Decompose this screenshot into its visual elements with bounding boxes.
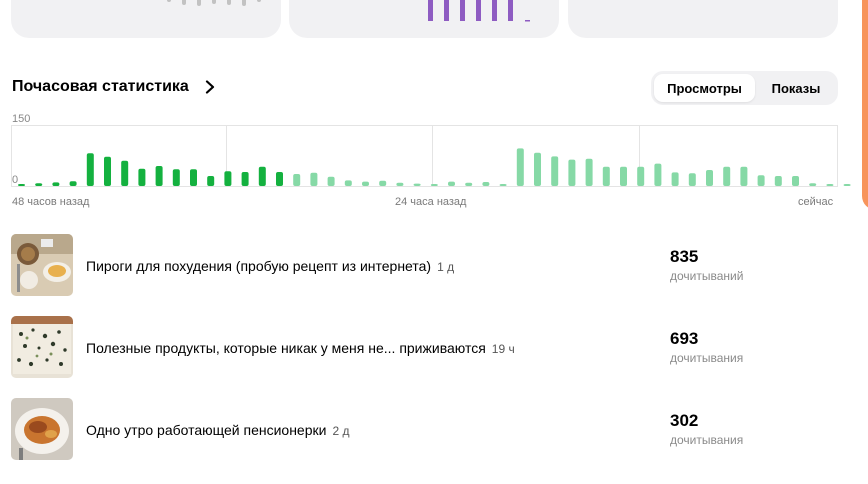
x-label-mid: 24 часа назад: [395, 196, 467, 208]
article-age: 19 ч: [491, 342, 515, 356]
y-tick-label: 150: [12, 113, 30, 125]
hour-bar[interactable]: [207, 176, 215, 186]
hour-bar[interactable]: [706, 170, 713, 186]
article-age: 1 д: [437, 260, 455, 274]
hour-bar[interactable]: [69, 181, 77, 186]
hour-bar[interactable]: [430, 184, 438, 186]
hour-bar[interactable]: [344, 180, 352, 186]
hour-bar[interactable]: [585, 158, 593, 186]
hour-bar[interactable]: [121, 160, 129, 186]
x-label-end: сейчас: [798, 196, 834, 208]
hour-bar[interactable]: [602, 166, 610, 186]
article-title-row[interactable]: Полезные продукты, которые никак у меня …: [86, 340, 515, 356]
hour-bar[interactable]: [688, 173, 696, 186]
hour-bar[interactable]: [104, 156, 111, 186]
hour-bar[interactable]: [18, 184, 25, 186]
hour-bar[interactable]: [757, 175, 765, 186]
hour-bar[interactable]: [499, 184, 507, 186]
hour-bar[interactable]: [86, 153, 94, 186]
stats-card-1[interactable]: [11, 0, 281, 38]
article-thumbnail[interactable]: [11, 316, 73, 378]
hour-bar[interactable]: [172, 169, 180, 186]
hour-bar[interactable]: [52, 182, 60, 186]
hour-bar[interactable]: [241, 172, 249, 186]
read-count: 835: [670, 247, 699, 266]
stats-card-2[interactable]: [289, 0, 559, 38]
hour-bar[interactable]: [190, 169, 197, 186]
chart-frame: [11, 125, 838, 187]
read-count: 302: [670, 411, 699, 430]
hour-bar[interactable]: [293, 174, 301, 186]
hour-bar[interactable]: [35, 183, 43, 186]
hour-bar[interactable]: [413, 183, 421, 186]
hour-bar[interactable]: [792, 176, 799, 186]
hour-bar[interactable]: [155, 166, 163, 186]
hour-bar[interactable]: [482, 182, 490, 186]
hourly-stats-title[interactable]: Почасовая статистика: [12, 78, 217, 96]
hour-bar[interactable]: [637, 166, 645, 186]
article-item[interactable]: Полезные продукты, которые никак у меня …: [11, 316, 851, 378]
hour-bar[interactable]: [138, 168, 146, 186]
purple-mini-chart: [428, 0, 530, 22]
hour-bar[interactable]: [379, 180, 387, 186]
hour-bar[interactable]: [276, 172, 283, 186]
gray-mini-chart: [167, 0, 261, 6]
hour-bar[interactable]: [723, 166, 731, 186]
read-count: 693: [670, 329, 699, 348]
hour-bar[interactable]: [396, 182, 404, 186]
hour-bar[interactable]: [465, 182, 473, 186]
hourly-bar-chart: 150 0: [11, 113, 851, 187]
read-count-label: дочитываний: [670, 269, 744, 283]
article-title[interactable]: Одно утро работающей пенсионерки: [86, 422, 326, 438]
hour-bar[interactable]: [258, 166, 266, 186]
read-count-label: дочитывания: [670, 351, 744, 365]
hour-bar[interactable]: [826, 184, 834, 186]
hour-bar[interactable]: [551, 156, 559, 186]
x-label-start: 48 часов назад: [12, 196, 90, 208]
article-item[interactable]: Одно утро работающей пенсионерки 2 д 302 …: [11, 398, 851, 460]
hour-bar[interactable]: [740, 166, 748, 186]
hour-bar[interactable]: [809, 183, 817, 186]
article-item[interactable]: Пироги для похудения (пробую рецепт из и…: [11, 234, 851, 296]
hour-bar[interactable]: [774, 176, 782, 186]
article-thumbnail[interactable]: [11, 398, 73, 460]
hour-bar[interactable]: [568, 159, 576, 186]
hour-bar[interactable]: [671, 172, 679, 186]
read-count-label: дочитывания: [670, 433, 744, 447]
hour-bar[interactable]: [534, 152, 541, 186]
chevron-right-icon[interactable]: [203, 80, 217, 94]
hourly-stats-title-text: Почасовая статистика: [12, 78, 189, 95]
hour-bar[interactable]: [620, 166, 627, 186]
article-age: 2 д: [332, 424, 350, 438]
hour-bar[interactable]: [327, 176, 335, 186]
article-title[interactable]: Пироги для похудения (пробую рецепт из и…: [86, 258, 431, 274]
hour-bar[interactable]: [654, 163, 662, 186]
hour-bar[interactable]: [448, 181, 455, 186]
article-title[interactable]: Полезные продукты, которые никак у меня …: [86, 340, 486, 356]
toggle-impressions[interactable]: Показы: [757, 74, 835, 102]
y-tick-label: 0: [12, 174, 18, 186]
hour-bar[interactable]: [516, 148, 524, 186]
article-thumbnail[interactable]: [11, 234, 73, 296]
toggle-views[interactable]: Просмотры: [654, 74, 755, 102]
hour-bar[interactable]: [224, 171, 232, 186]
stats-card-3[interactable]: [568, 0, 838, 38]
article-title-row[interactable]: Пироги для похудения (пробую рецепт из и…: [86, 258, 454, 274]
article-title-row[interactable]: Одно утро работающей пенсионерки 2 д: [86, 422, 349, 438]
hour-bar[interactable]: [362, 181, 369, 186]
hour-bar[interactable]: [843, 184, 851, 186]
metric-toggle: Просмотры Показы: [651, 71, 838, 105]
hour-bar[interactable]: [310, 172, 318, 186]
